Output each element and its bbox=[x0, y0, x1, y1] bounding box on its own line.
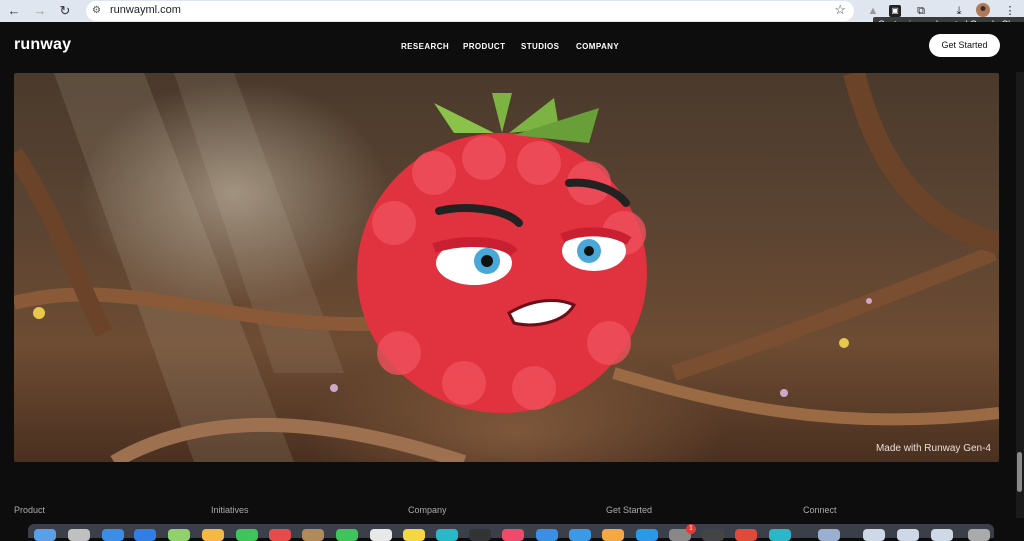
calendar-icon[interactable] bbox=[269, 529, 291, 541]
nav-product[interactable]: PRODUCT bbox=[463, 42, 505, 51]
reminders-icon[interactable] bbox=[370, 529, 392, 541]
mail-icon[interactable] bbox=[134, 529, 156, 541]
contacts-icon[interactable] bbox=[302, 529, 324, 541]
app-icon[interactable] bbox=[769, 529, 791, 541]
terminal-icon[interactable] bbox=[702, 529, 724, 541]
keynote-icon[interactable] bbox=[569, 529, 591, 541]
notes-icon[interactable] bbox=[403, 529, 425, 541]
messages-icon[interactable] bbox=[336, 529, 358, 541]
scrollbar-thumb[interactable] bbox=[1017, 452, 1022, 492]
footer-company[interactable]: Company bbox=[408, 505, 447, 515]
tv-icon[interactable] bbox=[469, 529, 491, 541]
reload-icon[interactable]: ↻ bbox=[57, 3, 73, 19]
pages-icon[interactable] bbox=[602, 529, 624, 541]
hero-caption: Made with Runway Gen-4 bbox=[875, 443, 991, 454]
footer-initiatives[interactable]: Initiatives bbox=[211, 505, 249, 515]
downloads-folder-icon[interactable] bbox=[818, 529, 840, 541]
get-started-button[interactable]: Get Started bbox=[929, 34, 1000, 57]
photos-icon[interactable] bbox=[202, 529, 224, 541]
nav-studios[interactable]: STUDIOS bbox=[521, 42, 559, 51]
site-info-icon[interactable]: ⚙ bbox=[92, 5, 104, 17]
media-extension-icon[interactable]: ▣ bbox=[889, 5, 901, 17]
footer-connect[interactable]: Connect bbox=[803, 505, 837, 515]
footer-product[interactable]: Product bbox=[14, 505, 45, 515]
runway-logo[interactable]: runway bbox=[14, 36, 71, 54]
notification-badge: 1 bbox=[686, 524, 696, 534]
document-icon[interactable] bbox=[863, 529, 885, 541]
safari-icon[interactable] bbox=[102, 529, 124, 541]
url-text: runwayml.com bbox=[110, 4, 181, 16]
macos-dock: 1 bbox=[28, 524, 994, 541]
document-icon[interactable] bbox=[897, 529, 919, 541]
bookmark-star-icon[interactable]: ☆ bbox=[834, 2, 846, 18]
back-arrow-icon[interactable]: ← bbox=[6, 3, 22, 19]
nav-company[interactable]: COMPANY bbox=[576, 42, 619, 51]
site-header: runway RESEARCH PRODUCT STUDIOS COMPANY … bbox=[0, 22, 1024, 72]
footer-get-started[interactable]: Get Started bbox=[606, 505, 652, 515]
trash-icon[interactable] bbox=[968, 529, 990, 541]
page-scrollbar[interactable] bbox=[1016, 72, 1024, 518]
chrome-icon[interactable] bbox=[735, 529, 757, 541]
document-icon[interactable] bbox=[931, 529, 953, 541]
address-bar[interactable]: ⚙ runwayml.com ☆ bbox=[86, 1, 854, 21]
hero-video[interactable]: Made with Runway Gen-4 bbox=[14, 73, 999, 462]
xcode-icon[interactable] bbox=[636, 529, 658, 541]
music-icon[interactable] bbox=[502, 529, 524, 541]
launchpad-icon[interactable] bbox=[68, 529, 90, 541]
maps-icon[interactable] bbox=[168, 529, 190, 541]
raspberry-scene-illustration bbox=[14, 73, 999, 462]
app-store-icon[interactable] bbox=[536, 529, 558, 541]
browser-toolbar: ← → ↻ ⚙ runwayml.com ☆ ▲ ▣ ⧉ ⤓ ⋮ bbox=[0, 0, 1024, 22]
nav-research[interactable]: RESEARCH bbox=[401, 42, 449, 51]
freeform-icon[interactable] bbox=[436, 529, 458, 541]
system-settings-icon[interactable]: 1 bbox=[669, 524, 696, 541]
forward-arrow-icon[interactable]: → bbox=[32, 3, 48, 19]
finder-icon[interactable] bbox=[34, 529, 56, 541]
facetime-icon[interactable] bbox=[236, 529, 258, 541]
